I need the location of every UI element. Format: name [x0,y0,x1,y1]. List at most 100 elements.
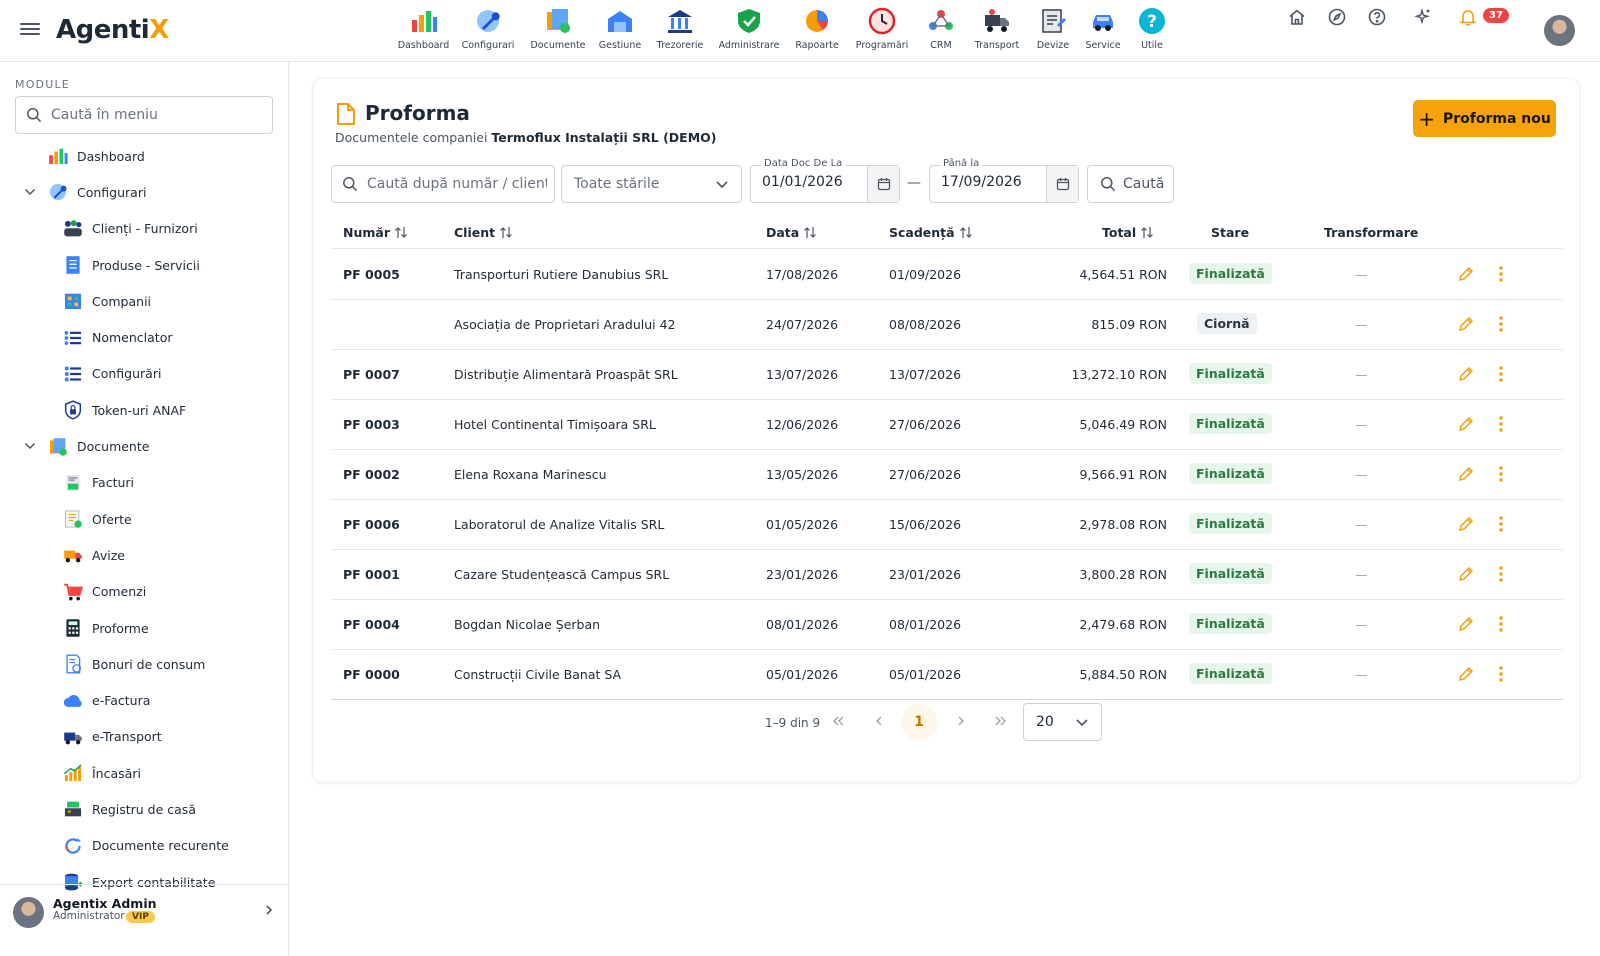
sidebar-item-configurari[interactable]: Configurari [0,174,289,210]
last-page-button[interactable] [991,711,1011,731]
edit-pencil-icon[interactable] [1457,616,1474,633]
search-button[interactable]: Caută [1087,165,1174,203]
more-vertical-icon[interactable] [1494,464,1508,484]
sidebar-item-configurări[interactable]: Configurări [0,356,289,392]
chevron-right-icon[interactable] [262,903,276,917]
document-search-box[interactable] [331,165,555,203]
table-row[interactable]: PF 0005 Transporturi Rutiere Danubius SRL… [331,250,1563,300]
row-client: Transporturi Rutiere Danubius SRL [454,267,669,282]
column-client[interactable]: Client [454,225,513,240]
hamburger-menu-icon[interactable] [20,20,40,40]
app-logo[interactable]: AgentiX [56,15,169,45]
sidebar-item-registru-de-casă[interactable]: Registru de casă [0,791,289,827]
sidebar-item-produse---servicii[interactable]: Produse - Servicii [0,247,289,283]
new-proforma-button[interactable]: + Proforma nou [1413,100,1556,137]
chevron-down-icon[interactable] [24,440,36,452]
table-row[interactable]: PF 0001 Cazare Studențească Campus SRL 23/… [331,550,1563,600]
table-row[interactable]: PF 0004 Bogdan Nicolae Șerban 08/01/2026 08… [331,600,1563,650]
column-date[interactable]: Data [766,225,817,240]
topnav-item-service[interactable]: Service [1078,6,1128,56]
more-vertical-icon[interactable] [1494,614,1508,634]
topnav-item-configurari[interactable]: Configurari [452,6,524,56]
topnav-item-devize[interactable]: Devize [1028,6,1078,56]
topnav-item-dashboard[interactable]: Dashboard [395,6,452,56]
more-vertical-icon[interactable] [1494,314,1508,334]
more-vertical-icon[interactable] [1494,664,1508,684]
topnav-item-crm[interactable]: CRM [916,6,966,56]
edit-pencil-icon[interactable] [1457,566,1474,583]
table-row[interactable]: PF 0000 Construcții Civile Banat SA 05/01/… [331,650,1563,700]
date-from-input[interactable] [762,174,862,190]
page-size-select[interactable]: 20 [1023,703,1102,741]
sidebar-item-bonuri-de-consum[interactable]: Bonuri de consum [0,646,289,682]
row-date: 12/06/2026 [766,417,839,432]
table-row[interactable]: PF 0002 Elena Roxana Marinescu 13/05/2026 2… [331,450,1563,500]
edit-pencil-icon[interactable] [1457,316,1474,333]
topnav-item-utile[interactable]: ? Utile [1128,6,1176,56]
edit-pencil-icon[interactable] [1457,666,1474,683]
sidebar-item-încasări[interactable]: Încasări [0,755,289,791]
topnav-item-transport[interactable]: Transport [966,6,1028,56]
sidebar-item-companii[interactable]: Companii [0,283,289,319]
menu-search-box[interactable] [15,96,273,134]
date-to-calendar-button[interactable] [1046,166,1078,202]
sidebar-item-clienți---furnizori[interactable]: Clienți - Furnizori [0,211,289,247]
sparkles-icon[interactable] [1413,7,1433,27]
sidebar-item-e-factura[interactable]: e-Factura [0,682,289,718]
table-row[interactable]: Asociația de Proprietari Aradului 42 24/0… [331,300,1563,350]
sidebar-item-token-uri-anaf[interactable]: Token-uri ANAF [0,392,289,428]
clock-icon [868,7,896,35]
sidebar-item-proforme[interactable]: Proforme [0,610,289,646]
date-to-input[interactable] [941,174,1041,190]
date-from-calendar-button[interactable] [867,166,899,202]
more-vertical-icon[interactable] [1494,364,1508,384]
column-total[interactable]: Total [1102,225,1154,240]
topnav-item-trezorerie[interactable]: Trezorerie [648,6,712,56]
table-row[interactable]: PF 0003 Hotel Continental Timișoara SRL 12… [331,400,1563,450]
column-due-date[interactable]: Scadență [889,225,973,240]
topnav-item-rapoarte[interactable]: Rapoarte [786,6,848,56]
chevron-down-icon[interactable] [24,186,36,198]
sidebar-item-dashboard[interactable]: Dashboard [0,138,289,174]
state-filter-select[interactable]: Toate stările [561,165,742,203]
edit-pencil-icon[interactable] [1457,466,1474,483]
more-vertical-icon[interactable] [1494,414,1508,434]
sidebar-item-comenzi[interactable]: Comenzi [0,574,289,610]
sidebar-user-panel[interactable]: Agentix Admin Administrator VIP [0,884,289,956]
home-icon[interactable] [1287,7,1307,27]
table-row[interactable]: PF 0006 Laboratorul de Analize Vitalis SR… [331,500,1563,550]
next-page-button[interactable] [951,711,971,731]
edit-pencil-icon[interactable] [1457,266,1474,283]
previous-page-button[interactable] [869,711,889,731]
topnav-item-documente[interactable]: Documente [524,6,592,56]
sidebar-item-documente[interactable]: Documente [0,428,289,464]
sidebar-item-e-transport[interactable]: e-Transport [0,719,289,755]
bell-icon[interactable] [1458,7,1478,27]
first-page-button[interactable] [828,711,848,731]
topnav-item-gestiune[interactable]: Gestiune [592,6,648,56]
sidebar-item-avize[interactable]: Avize [0,537,289,573]
help-circle-icon[interactable] [1367,7,1387,27]
user-avatar[interactable] [1544,15,1575,46]
more-vertical-icon[interactable] [1494,564,1508,584]
sidebar-item-documente-recurente[interactable]: Documente recurente [0,828,289,864]
date-from-field[interactable]: Data Doc De La [750,158,900,203]
sidebar-item-nomenclator[interactable]: Nomenclator [0,319,289,355]
edit-pencil-icon[interactable] [1457,366,1474,383]
vip-badge: VIP [126,911,155,923]
sidebar-item-oferte[interactable]: Oferte [0,501,289,537]
menu-search-input[interactable] [51,107,251,123]
document-search-input[interactable] [367,176,547,192]
topnav-item-programări[interactable]: Programări [848,6,916,56]
date-to-field[interactable]: Până la [929,158,1079,203]
current-page-button[interactable]: 1 [901,704,937,740]
topnav-item-administrare[interactable]: Administrare [712,6,786,56]
more-vertical-icon[interactable] [1494,514,1508,534]
compass-icon[interactable] [1327,7,1347,27]
more-vertical-icon[interactable] [1494,264,1508,284]
edit-pencil-icon[interactable] [1457,516,1474,533]
edit-pencil-icon[interactable] [1457,416,1474,433]
sidebar-item-facturi[interactable]: Facturi [0,465,289,501]
column-number[interactable]: Număr [343,225,408,240]
table-row[interactable]: PF 0007 Distribuție Alimentară Proaspăt S… [331,350,1563,400]
